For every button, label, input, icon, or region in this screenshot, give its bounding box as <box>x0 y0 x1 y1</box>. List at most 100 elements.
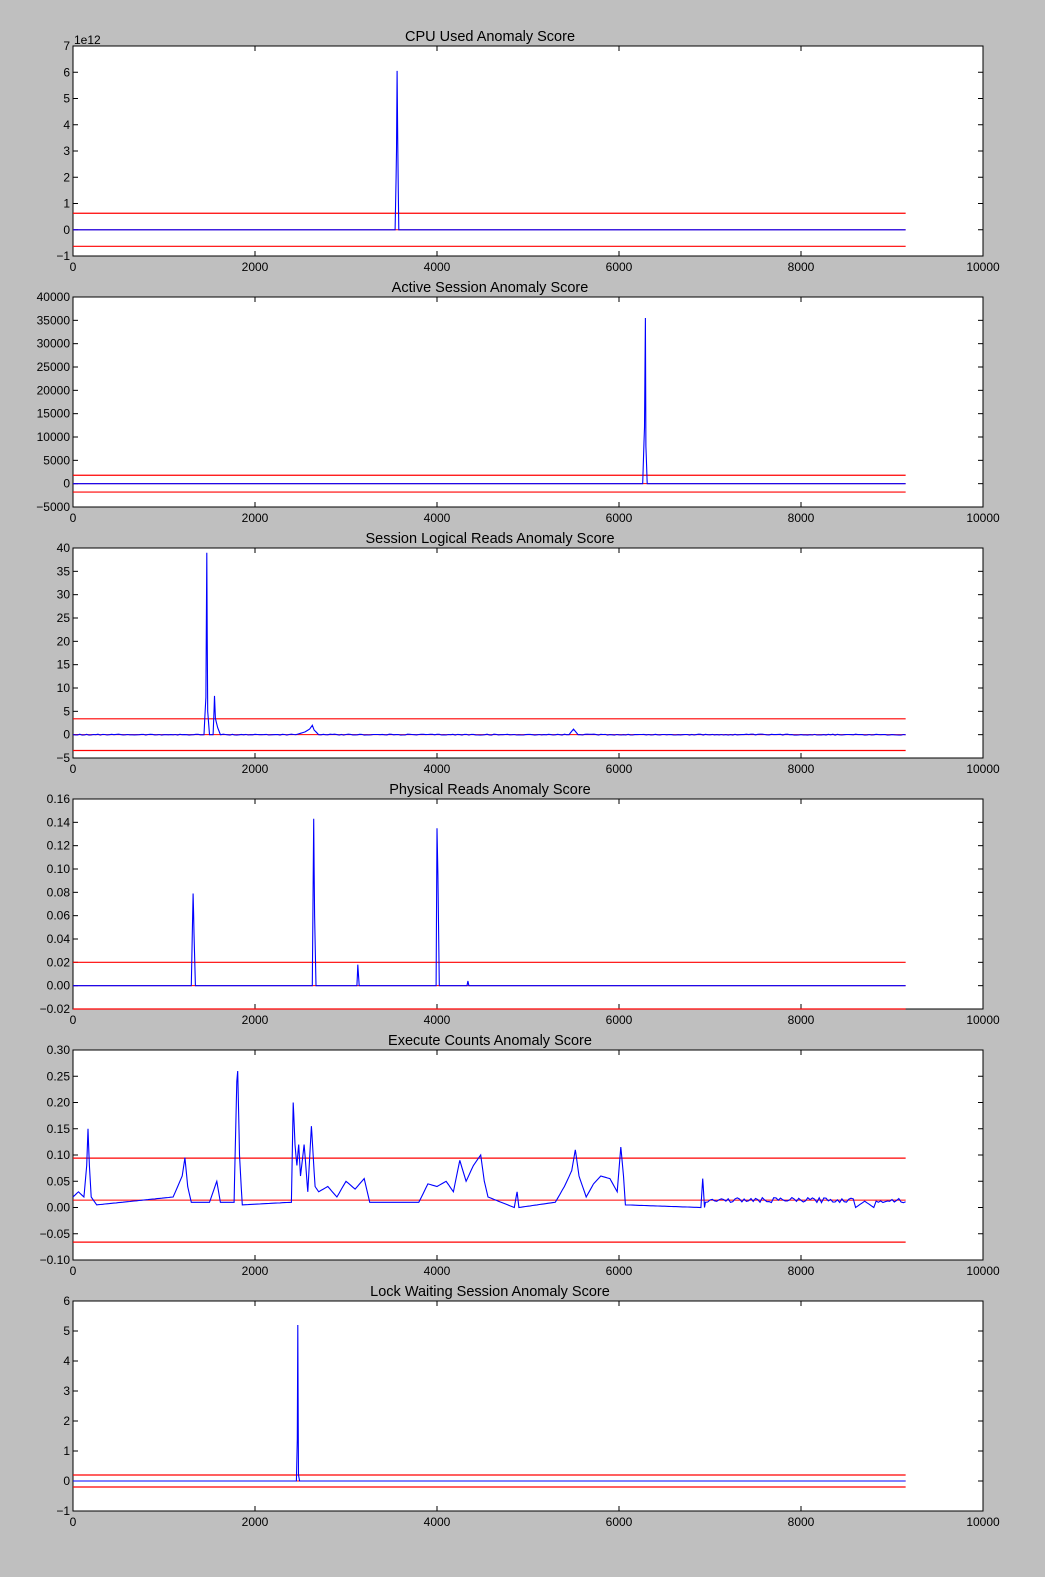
y-tick-label: 7 <box>63 39 70 53</box>
x-tick-label: 10000 <box>966 1515 1000 1529</box>
x-tick-label: 8000 <box>788 1013 815 1027</box>
x-tick-label: 4000 <box>424 260 451 274</box>
y-tick-label: −5 <box>56 751 70 765</box>
plot-area <box>72 547 984 759</box>
x-tick-label: 4000 <box>424 1264 451 1278</box>
x-tick-label: 0 <box>70 260 77 274</box>
y-tick-label: 0.10 <box>47 1148 71 1162</box>
chart-5: Execute Counts Anomaly Score 0 2000 4000 600… <box>40 1033 1000 1278</box>
y-tick-label: 30 <box>57 588 71 602</box>
y-tick-label: −5000 <box>36 500 70 514</box>
x-tick-label: 10000 <box>966 762 1000 776</box>
y-tick-label: 5 <box>63 1324 70 1338</box>
chart-title: CPU Used Anomaly Score <box>405 29 575 45</box>
y-tick-label: 1 <box>63 1444 70 1458</box>
x-tick-label: 2000 <box>242 1264 269 1278</box>
y-tick-label: 0.30 <box>47 1043 71 1057</box>
chart-title: Lock Waiting Session Anomaly Score <box>370 1284 610 1300</box>
chart-6: Lock Waiting Session Anomaly Score 0 2000 4… <box>56 1284 1000 1529</box>
y-tick-label: 35 <box>57 564 71 578</box>
chart-1: CPU Used Anomaly Score 1e12 0 2000 4000 6000 8… <box>56 29 1000 274</box>
plot-area <box>72 1049 984 1261</box>
x-tick-label: 10000 <box>966 260 1000 274</box>
chart-title: Execute Counts Anomaly Score <box>388 1033 592 1049</box>
x-tick-label: 6000 <box>606 511 633 525</box>
chart-title: Physical Reads Anomaly Score <box>389 782 591 798</box>
y-tick-label: 20 <box>57 634 71 648</box>
y-tick-label: 0 <box>63 223 70 237</box>
x-tick-label: 8000 <box>788 762 815 776</box>
y-tick-label: −0.05 <box>40 1227 71 1241</box>
y-tick-label: 0.14 <box>47 815 71 829</box>
x-tick-label: 10000 <box>966 1013 1000 1027</box>
y-tick-label: 6 <box>63 65 70 79</box>
y-tick-label: 0.20 <box>47 1096 71 1110</box>
y-tick-label: 40000 <box>37 290 71 304</box>
y-tick-label: 0.15 <box>47 1122 71 1136</box>
x-tick-label: 0 <box>70 762 77 776</box>
y-tick-label: 0.08 <box>47 885 71 899</box>
chart-title: Active Session Anomaly Score <box>392 280 589 296</box>
x-tick-label: 6000 <box>606 762 633 776</box>
y-tick-label: 2 <box>63 1414 70 1428</box>
y-tick-label: 25000 <box>37 360 71 374</box>
axis-offset-label: 1e12 <box>74 33 101 47</box>
x-tick-label: 0 <box>70 1264 77 1278</box>
x-tick-label: 2000 <box>242 1515 269 1529</box>
y-tick-label: 30000 <box>37 337 71 351</box>
y-tick-label: −0.02 <box>40 1002 71 1016</box>
y-tick-label: 35000 <box>37 313 71 327</box>
chart-4: Physical Reads Anomaly Score 0 2000 4000 600… <box>40 782 1000 1027</box>
plot-area <box>72 45 984 257</box>
x-tick-label: 10000 <box>966 511 1000 525</box>
y-tick-label: 0.12 <box>47 839 71 853</box>
y-tick-label: 10000 <box>37 430 71 444</box>
y-tick-label: 0.25 <box>47 1069 71 1083</box>
x-tick-label: 8000 <box>788 1264 815 1278</box>
x-tick-label: 8000 <box>788 260 815 274</box>
y-tick-label: 0.00 <box>47 1201 71 1215</box>
y-tick-label: 10 <box>57 681 71 695</box>
x-tick-label: 4000 <box>424 511 451 525</box>
x-tick-label: 4000 <box>424 762 451 776</box>
chart-2: Active Session Anomaly Score 0 2000 4000 600… <box>36 280 1000 525</box>
x-tick-label: 6000 <box>606 1515 633 1529</box>
chart-title: Session Logical Reads Anomaly Score <box>365 531 614 547</box>
y-tick-label: −1 <box>56 1504 70 1518</box>
y-tick-label: 0.04 <box>47 932 71 946</box>
x-tick-label: 0 <box>70 1013 77 1027</box>
y-tick-label: 0 <box>63 477 70 491</box>
x-tick-label: 6000 <box>606 1264 633 1278</box>
y-tick-label: 15 <box>57 658 71 672</box>
y-tick-label: 4 <box>63 118 70 132</box>
x-tick-label: 8000 <box>788 511 815 525</box>
chart-3: Session Logical Reads Anomaly Score 0 2000… <box>56 531 1000 776</box>
x-tick-label: 0 <box>70 1515 77 1529</box>
x-tick-label: 2000 <box>242 1013 269 1027</box>
y-tick-label: 0.00 <box>47 979 71 993</box>
x-tick-label: 0 <box>70 511 77 525</box>
y-tick-label: 15000 <box>37 407 71 421</box>
y-tick-label: 0 <box>63 728 70 742</box>
y-tick-label: 0.06 <box>47 909 71 923</box>
y-tick-label: −1 <box>56 249 70 263</box>
y-tick-label: 3 <box>63 1384 70 1398</box>
y-tick-label: 20000 <box>37 383 71 397</box>
x-tick-label: 4000 <box>424 1515 451 1529</box>
x-tick-label: 8000 <box>788 1515 815 1529</box>
y-tick-label: 0.16 <box>47 792 71 806</box>
x-tick-label: 6000 <box>606 1013 633 1027</box>
x-tick-label: 6000 <box>606 260 633 274</box>
x-tick-label: 2000 <box>242 260 269 274</box>
y-tick-label: 2 <box>63 170 70 184</box>
y-tick-label: 1 <box>63 197 70 211</box>
y-tick-label: 25 <box>57 611 71 625</box>
x-tick-label: 10000 <box>966 1264 1000 1278</box>
y-tick-label: 4 <box>63 1354 70 1368</box>
y-tick-label: 3 <box>63 144 70 158</box>
y-tick-label: 0.02 <box>47 955 71 969</box>
y-tick-label: 0 <box>63 1474 70 1488</box>
y-tick-label: 6 <box>63 1294 70 1308</box>
anomaly-score-figure: CPU Used Anomaly Score1e120 2000 4000 6000 8… <box>36 29 1000 1529</box>
y-tick-label: 0.05 <box>47 1174 71 1188</box>
